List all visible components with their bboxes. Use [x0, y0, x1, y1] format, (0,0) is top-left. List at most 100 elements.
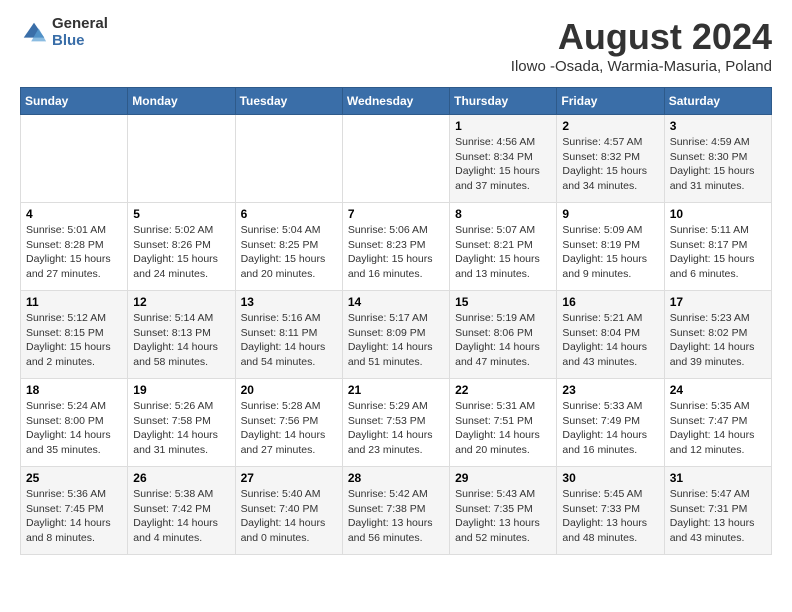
day-number: 11 [26, 295, 122, 309]
day-number: 4 [26, 207, 122, 221]
day-number: 16 [562, 295, 658, 309]
calendar-cell: 1 Sunrise: 4:56 AMSunset: 8:34 PMDaylight… [450, 115, 557, 203]
day-info: Sunrise: 5:07 AMSunset: 8:21 PMDaylight:… [455, 223, 551, 282]
day-number: 8 [455, 207, 551, 221]
calendar-cell: 13 Sunrise: 5:16 AMSunset: 8:11 PMDayligh… [235, 291, 342, 379]
calendar-week-row: 4 Sunrise: 5:01 AMSunset: 8:28 PMDaylight… [21, 203, 772, 291]
calendar-cell: 3 Sunrise: 4:59 AMSunset: 8:30 PMDaylight… [664, 115, 771, 203]
day-info: Sunrise: 5:01 AMSunset: 8:28 PMDaylight:… [26, 223, 122, 282]
calendar-cell: 28 Sunrise: 5:42 AMSunset: 7:38 PMDayligh… [342, 467, 449, 555]
day-number: 14 [348, 295, 444, 309]
day-info: Sunrise: 5:40 AMSunset: 7:40 PMDaylight:… [241, 487, 337, 546]
calendar-cell: 5 Sunrise: 5:02 AMSunset: 8:26 PMDaylight… [128, 203, 235, 291]
calendar-cell: 17 Sunrise: 5:23 AMSunset: 8:02 PMDayligh… [664, 291, 771, 379]
day-info: Sunrise: 5:24 AMSunset: 8:00 PMDaylight:… [26, 399, 122, 458]
calendar-cell [21, 115, 128, 203]
day-info: Sunrise: 5:12 AMSunset: 8:15 PMDaylight:… [26, 311, 122, 370]
day-number: 29 [455, 471, 551, 485]
day-info: Sunrise: 5:16 AMSunset: 8:11 PMDaylight:… [241, 311, 337, 370]
day-info: Sunrise: 5:45 AMSunset: 7:33 PMDaylight:… [562, 487, 658, 546]
day-number: 10 [670, 207, 766, 221]
day-number: 27 [241, 471, 337, 485]
day-info: Sunrise: 5:04 AMSunset: 8:25 PMDaylight:… [241, 223, 337, 282]
logo-general-text: General [52, 16, 108, 33]
calendar-cell: 21Sunrise: 5:29 AMSunset: 7:53 PMDayligh… [342, 379, 449, 467]
day-number: 30 [562, 471, 658, 485]
weekday-header-thursday: Thursday [450, 88, 557, 115]
calendar-cell [128, 115, 235, 203]
calendar-table: SundayMondayTuesdayWednesdayThursdayFrid… [20, 87, 772, 555]
weekday-header-wednesday: Wednesday [342, 88, 449, 115]
calendar-cell: 10 Sunrise: 5:11 AMSunset: 8:17 PMDayligh… [664, 203, 771, 291]
calendar-cell: 30 Sunrise: 5:45 AMSunset: 7:33 PMDayligh… [557, 467, 664, 555]
calendar-cell: 22Sunrise: 5:31 AMSunset: 7:51 PMDayligh… [450, 379, 557, 467]
weekday-header-saturday: Saturday [664, 88, 771, 115]
day-number: 25 [26, 471, 122, 485]
logo-icon [20, 19, 48, 47]
calendar-cell [342, 115, 449, 203]
weekday-header-tuesday: Tuesday [235, 88, 342, 115]
calendar-cell: 8 Sunrise: 5:07 AMSunset: 8:21 PMDaylight… [450, 203, 557, 291]
calendar-week-row: 18 Sunrise: 5:24 AMSunset: 8:00 PMDayligh… [21, 379, 772, 467]
day-info: Sunrise: 4:56 AMSunset: 8:34 PMDaylight:… [455, 135, 551, 194]
calendar-cell: 18 Sunrise: 5:24 AMSunset: 8:00 PMDayligh… [21, 379, 128, 467]
day-info: Sunrise: 5:11 AMSunset: 8:17 PMDaylight:… [670, 223, 766, 282]
day-info: Sunrise: 5:09 AMSunset: 8:19 PMDaylight:… [562, 223, 658, 282]
header: General Blue August 2024 Ilowo -Osada, W… [20, 16, 772, 75]
weekday-header-monday: Monday [128, 88, 235, 115]
day-number: 18 [26, 383, 122, 397]
logo-blue-text: Blue [52, 33, 108, 50]
day-info: Sunrise: 5:38 AMSunset: 7:42 PMDaylight:… [133, 487, 229, 546]
calendar-cell: 16Sunrise: 5:21 AMSunset: 8:04 PMDayligh… [557, 291, 664, 379]
day-number: 2 [562, 119, 658, 133]
day-number: 7 [348, 207, 444, 221]
day-number: 1 [455, 119, 551, 133]
day-info: Sunrise: 5:33 AMSunset: 7:49 PMDaylight:… [562, 399, 658, 458]
calendar-cell: 29 Sunrise: 5:43 AMSunset: 7:35 PMDayligh… [450, 467, 557, 555]
day-info: Sunrise: 4:59 AMSunset: 8:30 PMDaylight:… [670, 135, 766, 194]
calendar-cell: 26 Sunrise: 5:38 AMSunset: 7:42 PMDayligh… [128, 467, 235, 555]
day-number: 17 [670, 295, 766, 309]
day-number: 21 [348, 383, 444, 397]
day-number: 13 [241, 295, 337, 309]
logo: General Blue [20, 16, 108, 49]
day-info: Sunrise: 5:43 AMSunset: 7:35 PMDaylight:… [455, 487, 551, 546]
day-number: 28 [348, 471, 444, 485]
day-info: Sunrise: 5:47 AMSunset: 7:31 PMDaylight:… [670, 487, 766, 546]
day-info: Sunrise: 5:26 AMSunset: 7:58 PMDaylight:… [133, 399, 229, 458]
calendar-cell: 9Sunrise: 5:09 AMSunset: 8:19 PMDaylight… [557, 203, 664, 291]
calendar-cell: 15Sunrise: 5:19 AMSunset: 8:06 PMDayligh… [450, 291, 557, 379]
calendar-cell: 4 Sunrise: 5:01 AMSunset: 8:28 PMDaylight… [21, 203, 128, 291]
calendar-title: August 2024 [511, 16, 772, 58]
weekday-header-friday: Friday [557, 88, 664, 115]
day-number: 3 [670, 119, 766, 133]
calendar-cell: 31 Sunrise: 5:47 AMSunset: 7:31 PMDayligh… [664, 467, 771, 555]
day-number: 23 [562, 383, 658, 397]
day-info: Sunrise: 5:14 AMSunset: 8:13 PMDaylight:… [133, 311, 229, 370]
calendar-cell: 7 Sunrise: 5:06 AMSunset: 8:23 PMDaylight… [342, 203, 449, 291]
calendar-week-row: 11 Sunrise: 5:12 AMSunset: 8:15 PMDayligh… [21, 291, 772, 379]
calendar-cell: 11 Sunrise: 5:12 AMSunset: 8:15 PMDayligh… [21, 291, 128, 379]
calendar-week-row: 25 Sunrise: 5:36 AMSunset: 7:45 PMDayligh… [21, 467, 772, 555]
calendar-cell: 12Sunrise: 5:14 AMSunset: 8:13 PMDayligh… [128, 291, 235, 379]
day-number: 20 [241, 383, 337, 397]
day-info: Sunrise: 5:23 AMSunset: 8:02 PMDaylight:… [670, 311, 766, 370]
calendar-week-row: 1 Sunrise: 4:56 AMSunset: 8:34 PMDaylight… [21, 115, 772, 203]
day-number: 5 [133, 207, 229, 221]
day-info: Sunrise: 4:57 AMSunset: 8:32 PMDaylight:… [562, 135, 658, 194]
day-info: Sunrise: 5:36 AMSunset: 7:45 PMDaylight:… [26, 487, 122, 546]
day-info: Sunrise: 5:02 AMSunset: 8:26 PMDaylight:… [133, 223, 229, 282]
day-info: Sunrise: 5:42 AMSunset: 7:38 PMDaylight:… [348, 487, 444, 546]
day-number: 15 [455, 295, 551, 309]
day-number: 19 [133, 383, 229, 397]
day-number: 31 [670, 471, 766, 485]
calendar-cell: 19 Sunrise: 5:26 AMSunset: 7:58 PMDayligh… [128, 379, 235, 467]
day-info: Sunrise: 5:17 AMSunset: 8:09 PMDaylight:… [348, 311, 444, 370]
day-info: Sunrise: 5:06 AMSunset: 8:23 PMDaylight:… [348, 223, 444, 282]
calendar-cell: 25 Sunrise: 5:36 AMSunset: 7:45 PMDayligh… [21, 467, 128, 555]
day-number: 6 [241, 207, 337, 221]
day-number: 26 [133, 471, 229, 485]
calendar-cell: 20 Sunrise: 5:28 AMSunset: 7:56 PMDayligh… [235, 379, 342, 467]
day-info: Sunrise: 5:28 AMSunset: 7:56 PMDaylight:… [241, 399, 337, 458]
calendar-cell: 2 Sunrise: 4:57 AMSunset: 8:32 PMDaylight… [557, 115, 664, 203]
